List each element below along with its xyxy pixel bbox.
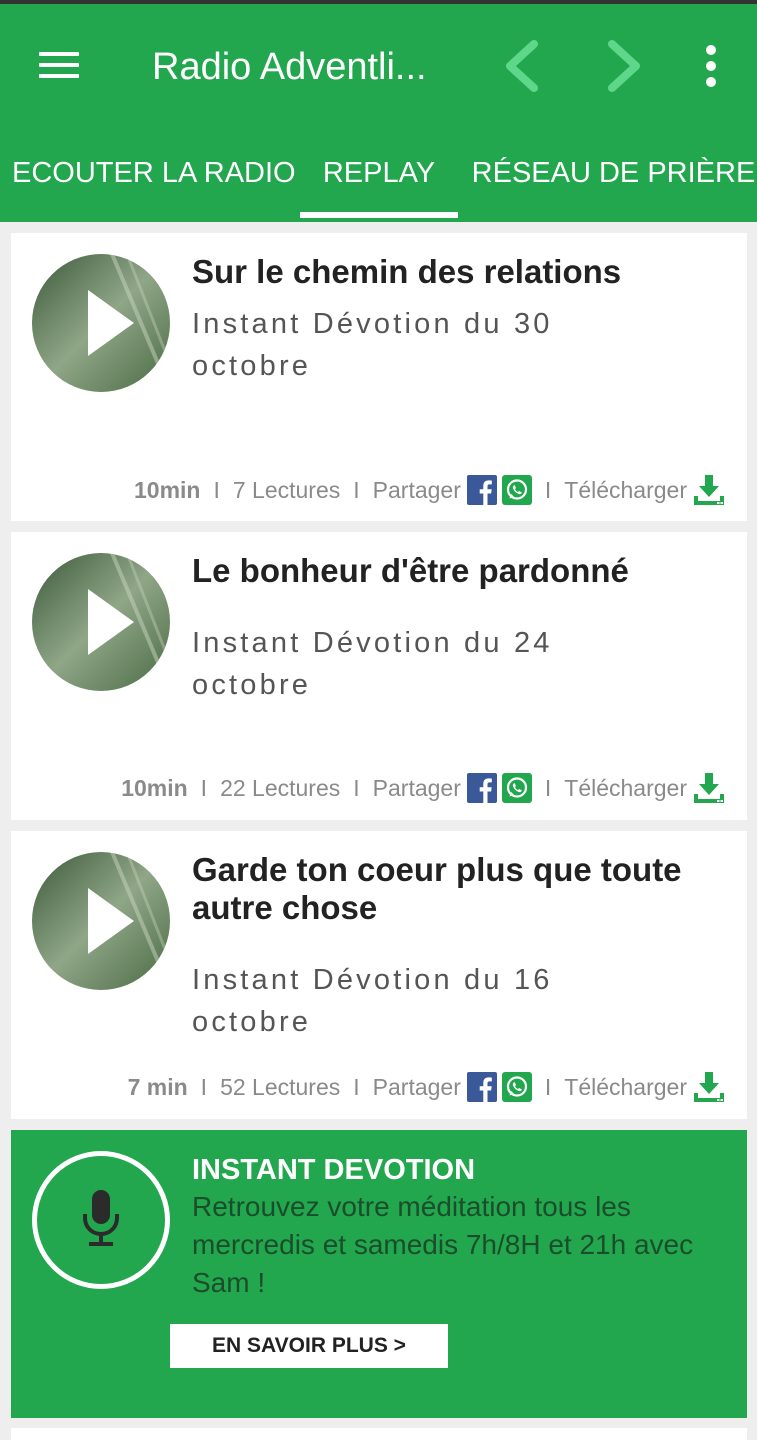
promo-title: INSTANT DEVOTION: [192, 1154, 476, 1186]
download-label[interactable]: Télécharger: [564, 477, 687, 504]
separator: I: [200, 1073, 208, 1100]
episode-title: Le bonheur d'être pardonné: [192, 552, 629, 589]
download-icon[interactable]: [691, 1069, 727, 1105]
whatsapp-icon[interactable]: [501, 1072, 532, 1102]
episode-duration: 10min: [133, 476, 201, 503]
episode-title: Garde ton coeur plus que toute autre cho…: [192, 851, 682, 926]
separator: I: [544, 476, 552, 503]
separator: I: [544, 1073, 552, 1100]
hamburger-menu-icon[interactable]: [36, 48, 82, 82]
download-label[interactable]: Télécharger: [564, 1074, 687, 1101]
facebook-icon[interactable]: [466, 773, 497, 803]
episode-card[interactable]: Garde ton coeur plus que toute autre cho…: [11, 831, 747, 1119]
download-icon[interactable]: [691, 770, 727, 806]
facebook-icon[interactable]: [466, 1072, 497, 1102]
play-thumbnail[interactable]: [32, 852, 170, 990]
separator: I: [213, 476, 220, 503]
learn-more-button[interactable]: EN SAVOIR PLUS >: [170, 1324, 448, 1368]
microphone-icon: [83, 1190, 119, 1246]
episode-card[interactable]: Sur le chemin des relations Instant Dévo…: [11, 233, 747, 521]
separator: I: [200, 774, 208, 801]
toolbar: Radio Adventli...: [0, 4, 757, 124]
episode-duration: 10min: [121, 774, 188, 801]
facebook-icon[interactable]: [466, 475, 497, 505]
episode-card[interactable]: Le bonheur d'être pardonné Instant Dévot…: [11, 532, 747, 820]
episode-reads: 52 Lectures: [220, 1073, 341, 1100]
next-card-peek: [11, 1428, 747, 1440]
promo-banner: INSTANT DEVOTION Retrouvez votre méditat…: [11, 1130, 747, 1418]
episode-meta: 10min I 7 Lectures I Partager I Téléchar…: [11, 472, 727, 508]
episode-subtitle: Instant Dévotion du 30 octobre: [192, 308, 553, 382]
microphone-badge: [32, 1151, 170, 1289]
play-icon: [32, 852, 170, 990]
promo-text: Retrouvez votre méditation tous les merc…: [192, 1191, 694, 1298]
whatsapp-icon[interactable]: [501, 773, 532, 803]
whatsapp-icon[interactable]: [501, 475, 532, 505]
separator: I: [353, 476, 360, 503]
tab-replay[interactable]: REPLAY: [300, 144, 458, 222]
share-label[interactable]: Partager: [373, 1074, 461, 1101]
share-label[interactable]: Partager: [373, 775, 461, 802]
download-icon[interactable]: [691, 472, 727, 508]
episode-reads: 7 Lectures: [232, 476, 341, 503]
play-icon: [32, 254, 170, 392]
episode-meta: 10min I 22 Lectures I Partager I Télécha…: [11, 770, 727, 806]
separator: I: [353, 1073, 360, 1100]
chevron-left-icon[interactable]: [498, 38, 548, 94]
tab-bar: ECOUTER LA RADIO REPLAY RÉSEAU DE PRIÈRE: [0, 144, 757, 222]
episode-meta: 7 min I 52 Lectures I Partager I Télécha…: [11, 1069, 727, 1105]
tab-reseau-de-priere[interactable]: RÉSEAU DE PRIÈRE: [470, 144, 757, 222]
chevron-right-icon[interactable]: [598, 38, 648, 94]
episode-reads: 22 Lectures: [220, 774, 341, 801]
episode-title: Sur le chemin des relations: [192, 253, 622, 290]
more-vertical-icon[interactable]: [694, 42, 728, 92]
download-label[interactable]: Télécharger: [564, 775, 687, 802]
separator: I: [544, 774, 552, 801]
active-tab-indicator: [300, 212, 458, 218]
episode-subtitle: Instant Dévotion du 24 octobre: [192, 627, 553, 701]
tab-ecouter-la-radio[interactable]: ECOUTER LA RADIO: [0, 144, 296, 222]
play-icon: [32, 553, 170, 691]
app-bar: Radio Adventli... ECOUTER LA RADIO REPLA…: [0, 4, 757, 222]
episode-subtitle: Instant Dévotion du 16 octobre: [192, 964, 553, 1038]
app-title: Radio Adventli...: [152, 46, 427, 88]
play-thumbnail[interactable]: [32, 553, 170, 691]
share-label[interactable]: Partager: [373, 477, 461, 504]
separator: I: [353, 774, 360, 801]
play-thumbnail[interactable]: [32, 254, 170, 392]
episode-duration: 7 min: [127, 1073, 188, 1100]
